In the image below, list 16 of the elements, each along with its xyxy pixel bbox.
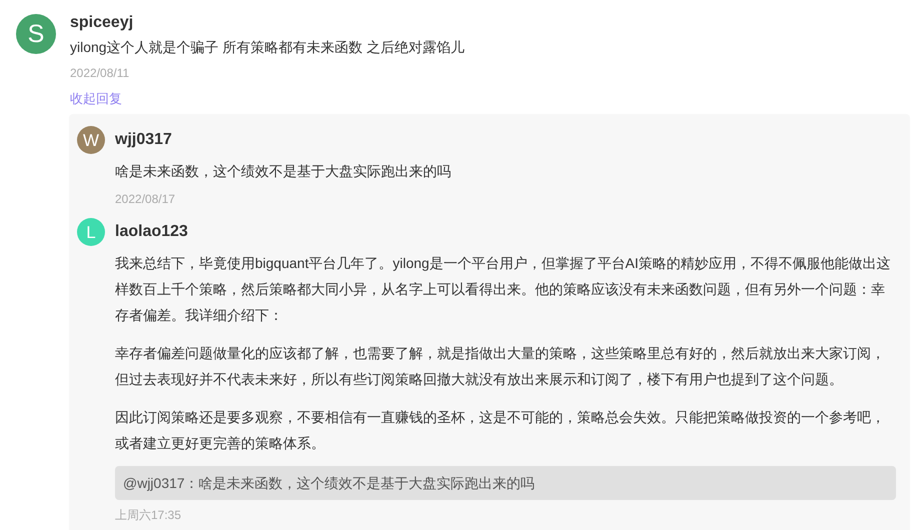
author-name: spiceeyj [70, 13, 134, 33]
author-name: wjj0317 [115, 130, 173, 150]
comment-text: yilong这个人就是个骗子 所有策略都有未来函数 之后绝对露馅儿 [70, 38, 466, 57]
collapse-replies-link[interactable]: 收起回复 [70, 90, 122, 108]
quoted-reply: @wjj0317：啥是未来函数，这个绩效不是基于大盘实际跑出来的吗 [115, 466, 896, 500]
reply-date: 2022/08/17 [115, 191, 176, 208]
reply-text: 幸存者偏差问题做量化的应该都了解，也需要了解，就是指做出大量的策略，这些策略里总有好的，然后就放出来大家订阅，但过去表现好并不代表未来好，所以有些订阅策略回撤大就没有放出来展示和订阅了，楼下有用户也提到了这个问题。 [115, 344, 886, 389]
reply-text: 因此订阅策略还是要多观察，不要相信有一直赚钱的圣杯，这是不可能的，策略总会失效。只能把策略做投资的一个参考吧，或者建立更好更完善的策略体系。 [115, 408, 886, 453]
author-name: laolao123 [115, 222, 189, 242]
reply-text: 啥是未来函数，这个绩效不是基于大盘实际跑出来的吗 [115, 162, 452, 181]
reply-date: 上周六17:35 [115, 507, 182, 524]
reply-text: 我来总结下，毕竟使用bigquant平台几年了。yilong是一个平台用户，但掌握了平台AI策略的精妙应用，不得不佩服他能做出这样数百上千个策略，然后策略都大同小异，从名字上可以看得出来。他的策略应该没有未来函数问题，但有另外一个问题：幸存者偏差。我详细介绍下： [115, 254, 892, 325]
avatar-icon: S [16, 14, 56, 54]
comment-date: 2022/08/11 [70, 65, 130, 81]
avatar-icon: L [77, 218, 105, 246]
avatar-icon: W [77, 126, 105, 154]
